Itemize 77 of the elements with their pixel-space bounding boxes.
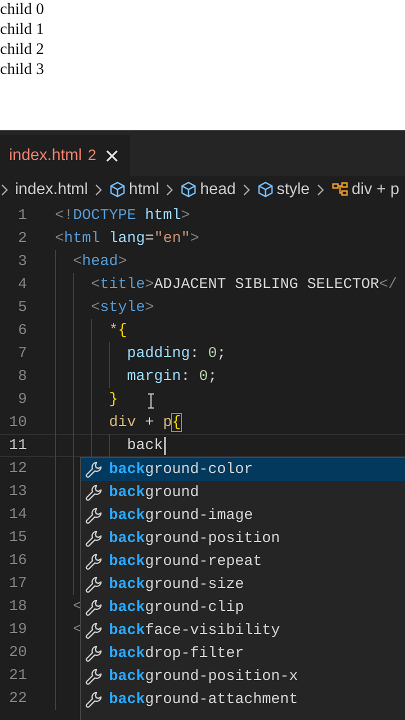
wrench-icon	[85, 506, 103, 524]
line-number: 14	[8, 506, 27, 523]
wrench-icon	[85, 576, 103, 594]
code-line: *{	[109, 322, 128, 339]
chevron-right-icon	[94, 184, 102, 196]
preview-text: child 0	[0, 0, 44, 20]
code-line: padding: 0;	[127, 345, 226, 362]
preview-text: child 1	[0, 20, 44, 40]
breadcrumb-item[interactable]: div + p	[352, 180, 400, 198]
code-line: div + p{	[109, 414, 182, 431]
wrench-icon	[85, 622, 103, 640]
text-caret	[164, 436, 166, 454]
code-line: <style>	[91, 299, 154, 316]
line-number: 12	[8, 460, 27, 477]
code-line: <title>ADJACENT SIBLING SELECTOR</	[91, 276, 398, 293]
line-number: 3	[16, 253, 27, 270]
line-number: 8	[16, 368, 27, 385]
suggestion-item[interactable]: background	[81, 481, 405, 504]
cube-icon	[108, 181, 126, 198]
chevron-right-icon	[166, 184, 174, 196]
line-number: 15	[8, 529, 27, 546]
line-number: 20	[8, 644, 27, 661]
cube-icon	[256, 181, 274, 198]
line-number: 5	[16, 299, 27, 316]
suggestion-item[interactable]: backface-visibility	[81, 619, 405, 642]
line-number: 4	[16, 276, 27, 293]
breadcrumb-item[interactable]: style	[276, 180, 310, 198]
chevron-right-icon	[242, 184, 250, 196]
code-line: <html lang="en">	[55, 230, 200, 247]
breadcrumb-item[interactable]: html	[128, 180, 160, 198]
text-cursor-icon	[147, 393, 155, 409]
editor-tab[interactable]: index.html 2	[0, 135, 130, 176]
code-line: <head>	[73, 253, 128, 270]
cube-icon	[180, 181, 198, 198]
line-number: 6	[16, 322, 27, 339]
wrench-icon	[85, 690, 103, 708]
wrench-icon	[85, 460, 103, 478]
line-number: 21	[8, 667, 27, 684]
wrench-icon	[85, 598, 103, 616]
chevron-right-icon	[1, 184, 8, 196]
preview-text: child 2	[0, 40, 44, 60]
line-number: 7	[16, 345, 27, 362]
line-number: 13	[8, 483, 27, 500]
line-number: 16	[8, 552, 27, 569]
line-number: 18	[8, 598, 27, 615]
line-number: 2	[16, 230, 27, 247]
line-number: 11	[8, 437, 27, 454]
suggestion-item[interactable]: background-color	[81, 458, 405, 481]
chevron-right-icon	[316, 184, 324, 196]
suggestion-item[interactable]: background-attachment	[81, 688, 405, 711]
wrench-icon	[85, 552, 103, 570]
suggestion-item[interactable]: background-size	[81, 573, 405, 596]
code-line: back	[127, 437, 164, 454]
code-line: }	[109, 391, 118, 408]
code-line: margin: 0;	[127, 368, 218, 385]
line-number: 19	[8, 621, 27, 638]
wrench-icon	[85, 484, 103, 502]
close-icon[interactable]	[106, 150, 118, 162]
wrench-icon	[85, 644, 103, 662]
suggestion-item[interactable]: background-position	[81, 527, 405, 550]
line-number: 22	[8, 690, 27, 707]
line-number: 17	[8, 575, 27, 592]
breadcrumb-item[interactable]: index.html	[15, 180, 88, 198]
preview-text: child 3	[0, 60, 44, 80]
class-icon	[330, 181, 349, 198]
breadcrumb-item[interactable]: head	[200, 180, 236, 198]
suggestion-item[interactable]: background-position-x	[81, 665, 405, 688]
suggestion-item[interactable]: background-image	[81, 504, 405, 527]
line-number: 1	[16, 207, 27, 224]
line-number: 10	[8, 414, 27, 431]
suggestion-item[interactable]: background-repeat	[81, 550, 405, 573]
wrench-icon	[85, 530, 103, 548]
wrench-icon	[85, 668, 103, 686]
suggestion-item[interactable]: background-clip	[81, 596, 405, 619]
suggestion-item[interactable]: backdrop-filter	[81, 642, 405, 665]
code-line: <!DOCTYPE html>	[55, 207, 190, 224]
line-number: 9	[16, 391, 27, 408]
